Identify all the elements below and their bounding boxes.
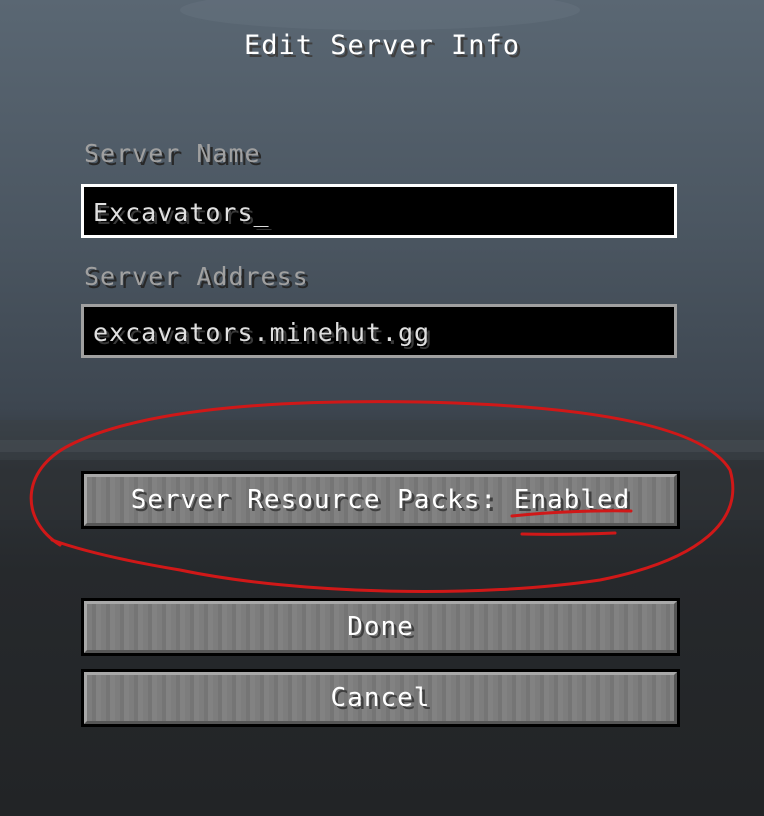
cancel-button[interactable]: Cancel <box>81 669 680 727</box>
server-resource-packs-button[interactable]: Server Resource Packs: Enabled <box>81 471 680 529</box>
server-address-label: Server Address <box>84 262 309 291</box>
resource-packs-value: Enabled <box>513 485 631 515</box>
server-name-field[interactable]: Excavators_ <box>81 184 677 238</box>
server-address-value: excavators.minehut.gg <box>93 318 431 347</box>
annotation-underline-2 <box>520 531 617 536</box>
server-address-field[interactable]: excavators.minehut.gg <box>81 304 677 358</box>
server-resource-packs-face: Server Resource Packs: Enabled <box>84 474 677 526</box>
server-name-label: Server Name <box>84 139 261 168</box>
cancel-button-label: Cancel <box>330 683 431 713</box>
cancel-button-face: Cancel <box>84 672 677 724</box>
screen-title: Edit Server Info <box>243 30 521 61</box>
resource-packs-prefix: Server Resource Packs: <box>130 485 514 515</box>
done-button-face: Done <box>84 601 677 653</box>
done-button-label: Done <box>347 612 414 642</box>
done-button[interactable]: Done <box>81 598 680 656</box>
server-name-value: Excavators_ <box>93 198 270 227</box>
